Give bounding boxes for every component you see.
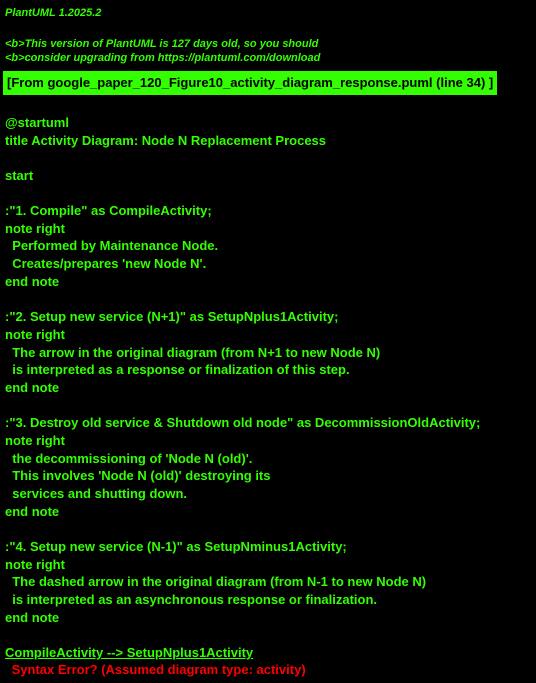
source-line: end note — [5, 610, 60, 625]
source-line: Creates/prepares 'new Node N'. — [5, 256, 207, 271]
source-line: :"1. Compile" as CompileActivity; — [5, 203, 212, 218]
source-line: is interpreted as a response or finaliza… — [5, 362, 350, 377]
error-source-line: CompileActivity --> SetupNplus1Activity — [5, 645, 254, 660]
source-line: note right — [5, 221, 65, 236]
source-line: note right — [5, 433, 65, 448]
source-line: :"4. Setup new service (N-1)" as SetupNm… — [5, 539, 347, 554]
version-warning-line-2: <b>consider upgrading from https://plant… — [5, 52, 321, 64]
source-line: end note — [5, 380, 60, 395]
source-line: the decommissioning of 'Node N (old)'. — [5, 451, 253, 466]
source-line: The arrow in the original diagram (from … — [5, 345, 381, 360]
source-line: note right — [5, 327, 65, 342]
source-line: title Activity Diagram: Node N Replaceme… — [5, 133, 327, 148]
source-line: start — [5, 168, 34, 183]
source-line: services and shutting down. — [5, 486, 188, 501]
source-line: This involves 'Node N (old)' destroying … — [5, 468, 271, 483]
source-line: :"2. Setup new service (N+1)" as SetupNp… — [5, 309, 339, 324]
source-line: end note — [5, 504, 60, 519]
source-line: Performed by Maintenance Node. — [5, 238, 219, 253]
version-warning-line-1: <b>This version of PlantUML is 127 days … — [5, 38, 319, 50]
source-line: :"3. Destroy old service & Shutdown old … — [5, 415, 481, 430]
source-line: @startuml — [5, 115, 69, 130]
syntax-error-message: Syntax Error? (Assumed diagram type: act… — [8, 662, 306, 677]
source-line: note right — [5, 557, 65, 572]
source-line: end note — [5, 274, 60, 289]
source-line: The dashed arrow in the original diagram… — [5, 574, 427, 589]
source-line: is interpreted as an asynchronous respon… — [5, 592, 378, 607]
file-reference: [From google_paper_120_Figure10_activity… — [2, 71, 498, 95]
plantuml-version: PlantUML 1.2025.2 — [5, 7, 102, 19]
